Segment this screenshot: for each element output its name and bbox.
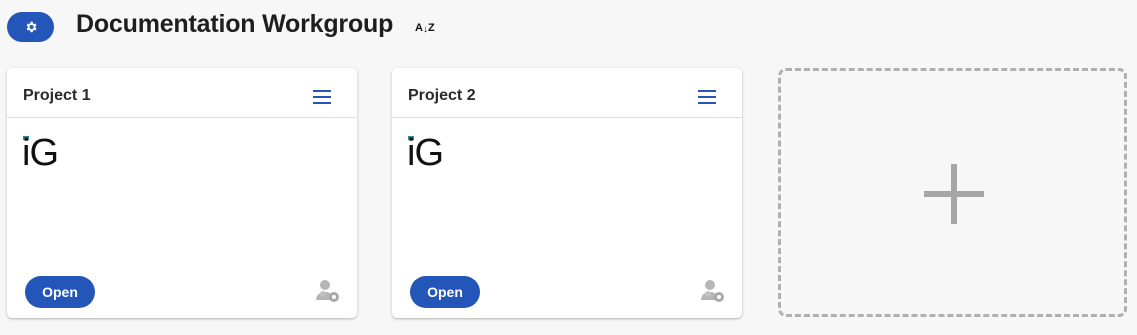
- add-project-card[interactable]: [778, 68, 1127, 317]
- hamburger-menu-icon[interactable]: [313, 90, 331, 104]
- project-title: Project 1: [23, 87, 91, 104]
- project-logo: iG: [22, 134, 62, 172]
- project-card-header: Project 1: [7, 68, 357, 118]
- gear-icon: [26, 21, 37, 33]
- project-card: Project 1 iG Open: [7, 68, 357, 318]
- project-title: Project 2: [408, 87, 476, 104]
- user-settings-icon[interactable]: [700, 278, 726, 304]
- user-settings-icon[interactable]: [315, 278, 341, 304]
- open-project-button[interactable]: Open: [25, 276, 95, 308]
- project-logo-text: iG: [22, 132, 59, 174]
- sort-to-label: Z: [427, 22, 435, 34]
- sort-from-label: A: [415, 22, 423, 34]
- header: Documentation Workgroup A ↓ Z: [0, 0, 1137, 56]
- sort-alpha-button[interactable]: A ↓ Z: [415, 18, 435, 38]
- hamburger-menu-icon[interactable]: [698, 90, 716, 104]
- project-card-header: Project 2: [392, 68, 742, 118]
- settings-button[interactable]: [7, 12, 54, 42]
- project-logo-text: iG: [407, 132, 444, 174]
- page-title: Documentation Workgroup: [76, 10, 394, 38]
- project-card: Project 2 iG Open: [392, 68, 742, 318]
- project-logo: iG: [407, 134, 447, 172]
- open-project-button[interactable]: Open: [410, 276, 480, 308]
